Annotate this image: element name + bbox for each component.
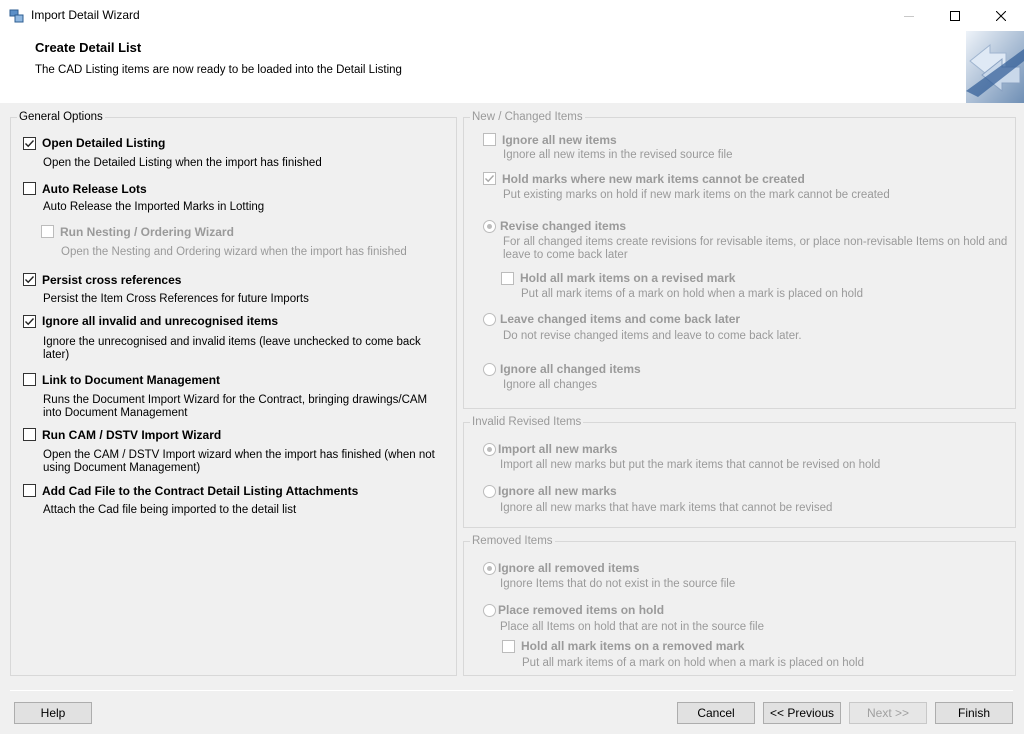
wizard-header: Create Detail List The CAD Listing items… xyxy=(0,31,1024,103)
app-icon xyxy=(9,8,25,24)
run-nesting-desc: Open the Nesting and Ordering wizard whe… xyxy=(61,246,407,258)
ignore-new-marks-label[interactable]: Ignore all new marks xyxy=(498,484,617,498)
place-removed-on-hold-label[interactable]: Place removed items on hold xyxy=(498,603,664,617)
ignore-invalid-items-label[interactable]: Ignore all invalid and unrecognised item… xyxy=(42,314,278,328)
page-subtitle: The CAD Listing items are now ready to b… xyxy=(35,64,402,76)
close-button[interactable] xyxy=(978,0,1024,31)
add-cad-file-desc: Attach the Cad file being imported to th… xyxy=(43,504,297,516)
checkmark-icon xyxy=(25,140,35,148)
link-document-management-checkbox[interactable] xyxy=(23,373,36,386)
hold-revised-mark-label[interactable]: Hold all mark items on a revised mark xyxy=(520,271,735,285)
previous-button[interactable]: << Previous xyxy=(763,702,841,724)
auto-release-lots-label[interactable]: Auto Release Lots xyxy=(42,182,147,196)
maximize-icon xyxy=(950,10,960,21)
run-nesting-checkbox[interactable] xyxy=(41,225,54,238)
open-detailed-listing-label[interactable]: Open Detailed Listing xyxy=(42,136,165,150)
ignore-invalid-items-desc: Ignore the unrecognised and invalid item… xyxy=(43,336,421,361)
persist-cross-references-checkbox[interactable] xyxy=(23,273,36,286)
hold-marks-desc: Put existing marks on hold if new mark i… xyxy=(503,189,890,201)
ignore-new-items-checkbox[interactable] xyxy=(483,133,496,146)
place-removed-on-hold-radio[interactable] xyxy=(483,604,496,617)
ignore-changed-items-label[interactable]: Ignore all changed items xyxy=(500,362,641,376)
hold-revised-mark-desc: Put all mark items of a mark on hold whe… xyxy=(521,288,863,300)
revise-changed-items-label[interactable]: Revise changed items xyxy=(500,219,626,233)
ignore-changed-items-desc: Ignore all changes xyxy=(503,379,597,391)
run-cam-dstv-label[interactable]: Run CAM / DSTV Import Wizard xyxy=(42,428,221,442)
maximize-button[interactable] xyxy=(932,0,978,31)
run-nesting-label[interactable]: Run Nesting / Ordering Wizard xyxy=(60,225,234,239)
ignore-removed-items-radio[interactable] xyxy=(483,562,496,575)
leave-changed-items-desc: Do not revise changed items and leave to… xyxy=(503,330,802,342)
persist-cross-references-desc: Persist the Item Cross References for fu… xyxy=(43,293,309,305)
import-new-marks-radio[interactable] xyxy=(483,443,496,456)
ignore-new-items-label[interactable]: Ignore all new items xyxy=(502,133,617,147)
ignore-removed-items-label[interactable]: Ignore all removed items xyxy=(498,561,639,575)
checkmark-icon xyxy=(25,318,35,326)
help-button[interactable]: Help xyxy=(14,702,92,724)
hold-marks-checkbox[interactable] xyxy=(483,172,496,185)
persist-cross-references-label[interactable]: Persist cross references xyxy=(42,273,181,287)
minimize-icon xyxy=(904,15,914,17)
ignore-removed-items-desc: Ignore Items that do not exist in the so… xyxy=(500,578,736,590)
ignore-invalid-items-checkbox[interactable] xyxy=(23,315,36,328)
hold-removed-mark-label[interactable]: Hold all mark items on a removed mark xyxy=(521,639,744,653)
link-document-management-desc: Runs the Document Import Wizard for the … xyxy=(43,394,428,419)
leave-changed-items-label[interactable]: Leave changed items and come back later xyxy=(500,312,740,326)
revise-changed-items-radio[interactable] xyxy=(483,220,496,233)
run-cam-dstv-checkbox[interactable] xyxy=(23,428,36,441)
window-title: Import Detail Wizard xyxy=(31,8,140,22)
ignore-new-marks-radio[interactable] xyxy=(483,485,496,498)
group-label: Removed Items xyxy=(470,534,555,548)
hold-revised-mark-checkbox[interactable] xyxy=(501,272,514,285)
hold-removed-mark-checkbox[interactable] xyxy=(502,640,515,653)
hold-removed-mark-desc: Put all mark items of a mark on hold whe… xyxy=(522,657,864,669)
footer-separator xyxy=(10,690,1013,691)
ignore-new-marks-desc: Ignore all new marks that have mark item… xyxy=(500,502,833,514)
checkmark-icon xyxy=(25,276,35,284)
ignore-changed-items-radio[interactable] xyxy=(483,363,496,376)
title-bar: Import Detail Wizard xyxy=(0,0,1024,31)
page-title: Create Detail List xyxy=(35,40,142,55)
open-detailed-listing-desc: Open the Detailed Listing when the impor… xyxy=(43,157,322,169)
import-new-marks-label[interactable]: Import all new marks xyxy=(498,442,617,456)
ignore-new-items-desc: Ignore all new items in the revised sour… xyxy=(503,149,733,161)
revise-changed-items-desc: For all changed items create revisions f… xyxy=(503,236,1008,261)
wizard-logo-icon xyxy=(966,31,1024,103)
place-removed-on-hold-desc: Place all Items on hold that are not in … xyxy=(500,621,765,633)
cancel-button[interactable]: Cancel xyxy=(677,702,755,724)
open-detailed-listing-checkbox[interactable] xyxy=(23,137,36,150)
group-label: General Options xyxy=(17,110,105,124)
link-document-management-label[interactable]: Link to Document Management xyxy=(42,373,220,387)
leave-changed-items-radio[interactable] xyxy=(483,313,496,326)
hold-marks-label[interactable]: Hold marks where new mark items cannot b… xyxy=(502,172,805,186)
group-label: New / Changed Items xyxy=(470,110,585,124)
auto-release-lots-checkbox[interactable] xyxy=(23,182,36,195)
import-new-marks-desc: Import all new marks but put the mark it… xyxy=(500,459,881,471)
finish-button[interactable]: Finish xyxy=(935,702,1013,724)
minimize-button[interactable] xyxy=(886,0,932,31)
group-label: Invalid Revised Items xyxy=(470,415,584,429)
auto-release-lots-desc: Auto Release the Imported Marks in Lotti… xyxy=(43,201,265,213)
run-cam-dstv-desc: Open the CAM / DSTV Import wizard when t… xyxy=(43,449,435,474)
next-button[interactable]: Next >> xyxy=(849,702,927,724)
add-cad-file-label[interactable]: Add Cad File to the Contract Detail List… xyxy=(42,484,358,498)
close-icon xyxy=(996,10,1006,21)
checkmark-icon xyxy=(485,175,495,183)
add-cad-file-checkbox[interactable] xyxy=(23,484,36,497)
